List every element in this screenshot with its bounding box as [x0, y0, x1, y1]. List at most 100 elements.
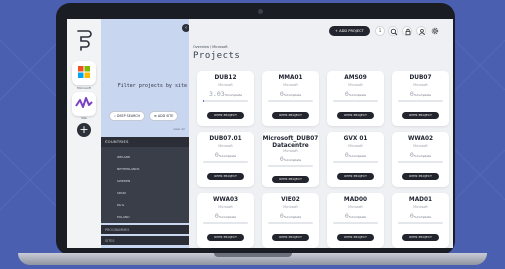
project-card[interactable]: DUB07.01 Microsoft 0%Complete OPEN PROJECT [197, 132, 254, 187]
open-project-button[interactable]: OPEN PROJECT [402, 173, 439, 180]
users-icon-button[interactable] [416, 26, 426, 36]
project-organisation: Microsoft [413, 205, 428, 209]
country-item[interactable]: SPAIN [117, 191, 126, 195]
countries-section: COUNTRIES ⌃ IRELAND NETHERLANDS SWEDEN S… [101, 137, 189, 223]
progress-bar [268, 222, 313, 224]
project-card[interactable]: MAD00 Microsoft 0%Complete OPEN PROJECT [327, 193, 384, 248]
project-name: VIE02 [281, 197, 300, 203]
sites-section-header[interactable]: SITES [101, 236, 189, 245]
country-item[interactable]: IRELAND [117, 155, 130, 159]
page-title: Projects [193, 51, 241, 61]
project-percent-suffix: %Complete [224, 93, 242, 97]
app-logo-icon [77, 30, 92, 51]
project-name: WWA03 [212, 197, 239, 203]
programmes-section-header[interactable]: PROGRAMMES [101, 225, 189, 234]
open-project-button[interactable]: OPEN PROJECT [337, 112, 374, 119]
project-percent: 0%Complete [262, 155, 319, 163]
sites-label: SITES [105, 239, 115, 243]
lock-icon-button[interactable] [402, 26, 412, 36]
open-project-button[interactable]: OPEN PROJECT [207, 173, 244, 180]
gear-icon [431, 27, 439, 35]
site-rail: Microsoft Site + [67, 19, 102, 248]
add-project-button[interactable]: + ADD PROJECT [329, 26, 370, 36]
project-card[interactable]: MMA01 Microsoft 0%Complete OPEN PROJECT [262, 71, 319, 126]
notification-badge[interactable]: 1 [375, 26, 385, 36]
settings-icon-button[interactable] [430, 26, 440, 36]
open-project-button[interactable]: OPEN PROJECT [337, 234, 374, 241]
country-item[interactable]: POLAND [117, 215, 130, 219]
project-card[interactable]: MAD01 Microsoft 0%Complete OPEN PROJECT [392, 193, 449, 248]
lock-icon [405, 28, 411, 36]
project-percent: 0%Complete [327, 212, 384, 220]
project-organisation: Microsoft [218, 205, 233, 209]
project-card[interactable]: DUB07 Microsoft 0%Complete OPEN PROJECT [392, 71, 449, 126]
clear-all-link[interactable]: clear all [173, 127, 185, 131]
project-card[interactable]: Microsoft_DUB07 Datacentre Microsoft 0%Com… [262, 132, 319, 187]
add-site-button[interactable]: ⊕ ADD SITE [149, 111, 179, 121]
project-organisation: Microsoft [283, 205, 298, 209]
country-item[interactable]: NETHERLANDS [117, 167, 139, 171]
progress-bar [268, 165, 313, 167]
laptop-notch [214, 253, 292, 257]
open-project-button[interactable]: OPEN PROJECT [402, 234, 439, 241]
site-tile-microsoft[interactable] [72, 61, 96, 85]
progress-bar [333, 100, 378, 102]
project-percent-suffix: %Complete [283, 215, 302, 219]
project-organisation: Microsoft [283, 83, 298, 87]
open-project-button[interactable]: OPEN PROJECT [272, 112, 309, 119]
project-percent-suffix: %Complete [218, 154, 237, 158]
project-percent: 0%Complete [392, 212, 449, 220]
site-caption-second: Site [81, 116, 87, 120]
open-project-button[interactable]: OPEN PROJECT [207, 112, 244, 119]
project-percent-suffix: %Complete [413, 215, 432, 219]
progress-bar [333, 161, 378, 163]
project-percent: 0%Complete [262, 90, 319, 98]
search-icon-button[interactable] [388, 26, 398, 36]
project-organisation: Microsoft [348, 83, 363, 87]
project-card[interactable]: GVX 01 Microsoft 0%Complete OPEN PROJECT [327, 132, 384, 187]
project-percent: 0%Complete [197, 151, 254, 159]
waveform-logo-icon [75, 97, 93, 108]
project-card[interactable]: VIE02 Microsoft 0%Complete OPEN PROJECT [262, 193, 319, 248]
add-site-icon-button[interactable]: + [77, 123, 91, 137]
progress-bar [203, 222, 248, 224]
project-name: AMS09 [344, 75, 367, 81]
progress-bar [333, 222, 378, 224]
project-percent: 3.03%Complete [197, 90, 254, 98]
project-name: MAD00 [343, 197, 368, 203]
project-percent-suffix: %Complete [283, 158, 302, 162]
open-project-button[interactable]: OPEN PROJECT [337, 173, 374, 180]
project-organisation: Microsoft [348, 205, 363, 209]
site-tile-second[interactable] [72, 92, 96, 116]
project-card[interactable]: WWA02 Microsoft 0%Complete OPEN PROJECT [392, 132, 449, 187]
project-card[interactable]: DUB12 Microsoft 3.03%Complete OPEN PROJECT [197, 71, 254, 126]
deep-search-button[interactable]: ⌕ DEEP SEARCH [109, 111, 145, 121]
country-item[interactable]: SWEDEN [117, 179, 130, 183]
project-percent: 0%Complete [262, 212, 319, 220]
project-percent: 0%Complete [197, 212, 254, 220]
project-percent: 0%Complete [392, 151, 449, 159]
progress-bar [203, 100, 248, 102]
project-organisation: Microsoft [218, 83, 233, 87]
country-item[interactable]: Paris [117, 203, 124, 207]
deep-search-label: DEEP SEARCH [116, 114, 140, 118]
progress-fill [203, 100, 205, 102]
project-percent-suffix: %Complete [348, 154, 367, 158]
project-card[interactable]: WWA03 Microsoft 0%Complete OPEN PROJECT [197, 193, 254, 248]
project-name: DUB07.01 [209, 136, 242, 142]
open-project-button[interactable]: OPEN PROJECT [207, 234, 244, 241]
open-project-button[interactable]: OPEN PROJECT [402, 112, 439, 119]
project-card[interactable]: AMS09 Microsoft 0%Complete OPEN PROJECT [327, 71, 384, 126]
open-project-button[interactable]: OPEN PROJECT [272, 234, 309, 241]
countries-header[interactable]: COUNTRIES ⌃ [101, 137, 189, 147]
search-icon [390, 28, 398, 36]
project-percent-suffix: %Complete [348, 215, 367, 219]
progress-bar [203, 161, 248, 163]
project-name: GVX 01 [343, 136, 368, 142]
open-project-button[interactable]: OPEN PROJECT [272, 176, 309, 183]
progress-bar [398, 222, 443, 224]
project-name: Microsoft_DUB07 Datacentre [262, 136, 319, 149]
microsoft-logo-icon [76, 64, 92, 80]
project-percent-suffix: %Complete [413, 93, 432, 97]
project-percent-suffix: %Complete [218, 215, 237, 219]
